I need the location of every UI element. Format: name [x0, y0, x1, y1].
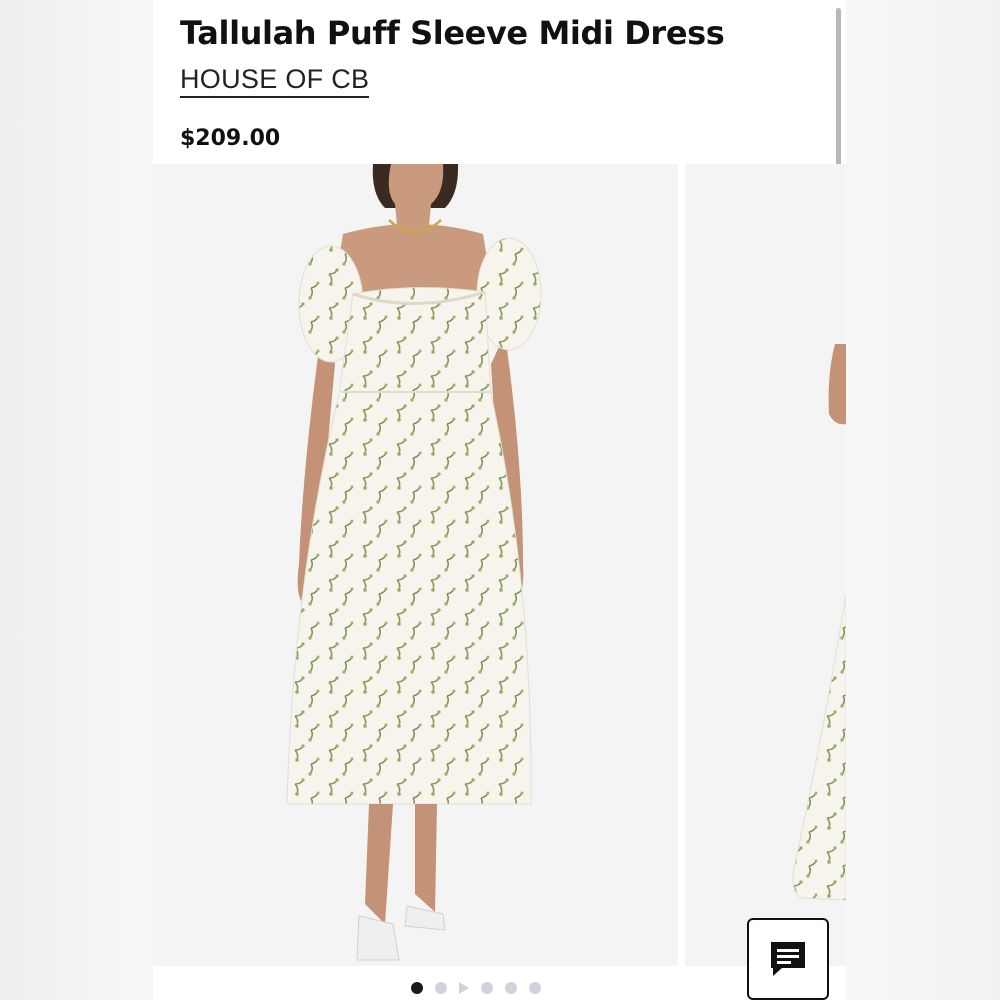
- product-image-side[interactable]: [685, 164, 846, 966]
- background-blur-left: [0, 0, 153, 1000]
- product-page: Tallulah Puff Sleeve Midi Dress HOUSE OF…: [153, 0, 846, 1000]
- product-title: Tallulah Puff Sleeve Midi Dress: [180, 14, 725, 52]
- product-price: $209.00: [180, 126, 281, 151]
- background-blur-right: [846, 0, 1000, 1000]
- product-image-front[interactable]: [153, 164, 678, 966]
- chat-button[interactable]: [747, 918, 829, 1000]
- pagination-dot[interactable]: [505, 982, 517, 994]
- pagination-dot[interactable]: [435, 982, 447, 994]
- pagination-video-icon[interactable]: [459, 982, 469, 994]
- pagination-dot-active[interactable]: [411, 982, 423, 994]
- chat-message-icon: [771, 942, 805, 976]
- model-wearing-floral-midi-dress-side-image: [685, 164, 846, 966]
- image-carousel[interactable]: [153, 164, 846, 966]
- pagination-dot[interactable]: [481, 982, 493, 994]
- carousel-pagination: [411, 982, 541, 994]
- model-wearing-floral-midi-dress-front-image: [153, 164, 678, 966]
- pagination-dot[interactable]: [529, 982, 541, 994]
- brand-link[interactable]: HOUSE OF CB: [180, 64, 370, 98]
